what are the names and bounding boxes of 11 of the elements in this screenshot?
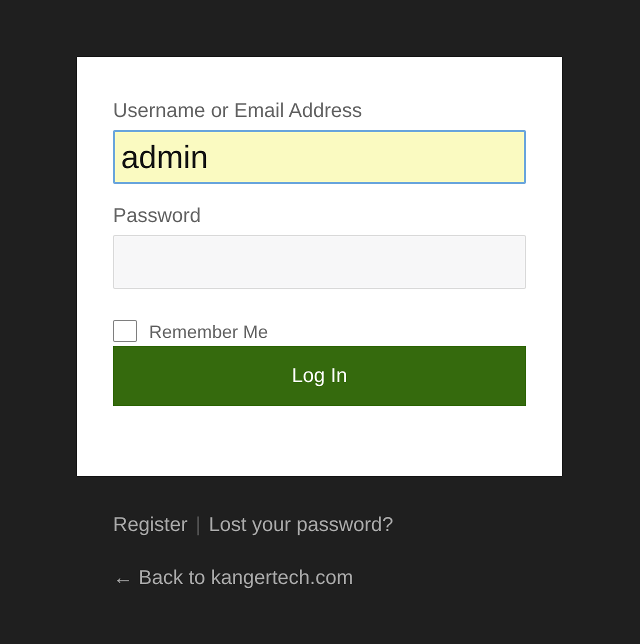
lost-password-link[interactable]: Lost your password? xyxy=(208,514,394,537)
username-label: Username or Email Address xyxy=(113,99,363,123)
register-link[interactable]: Register xyxy=(113,514,188,537)
password-label: Password xyxy=(113,204,202,228)
password-field[interactable] xyxy=(113,235,526,289)
remember-checkbox[interactable] xyxy=(113,320,137,342)
link-separator: | xyxy=(195,514,201,537)
back-link[interactable]: ← Back to kangertech.com xyxy=(113,567,640,590)
remember-label: Remember Me xyxy=(149,321,268,343)
username-field[interactable]: admin xyxy=(113,130,526,184)
login-button[interactable]: Log In xyxy=(113,346,526,406)
